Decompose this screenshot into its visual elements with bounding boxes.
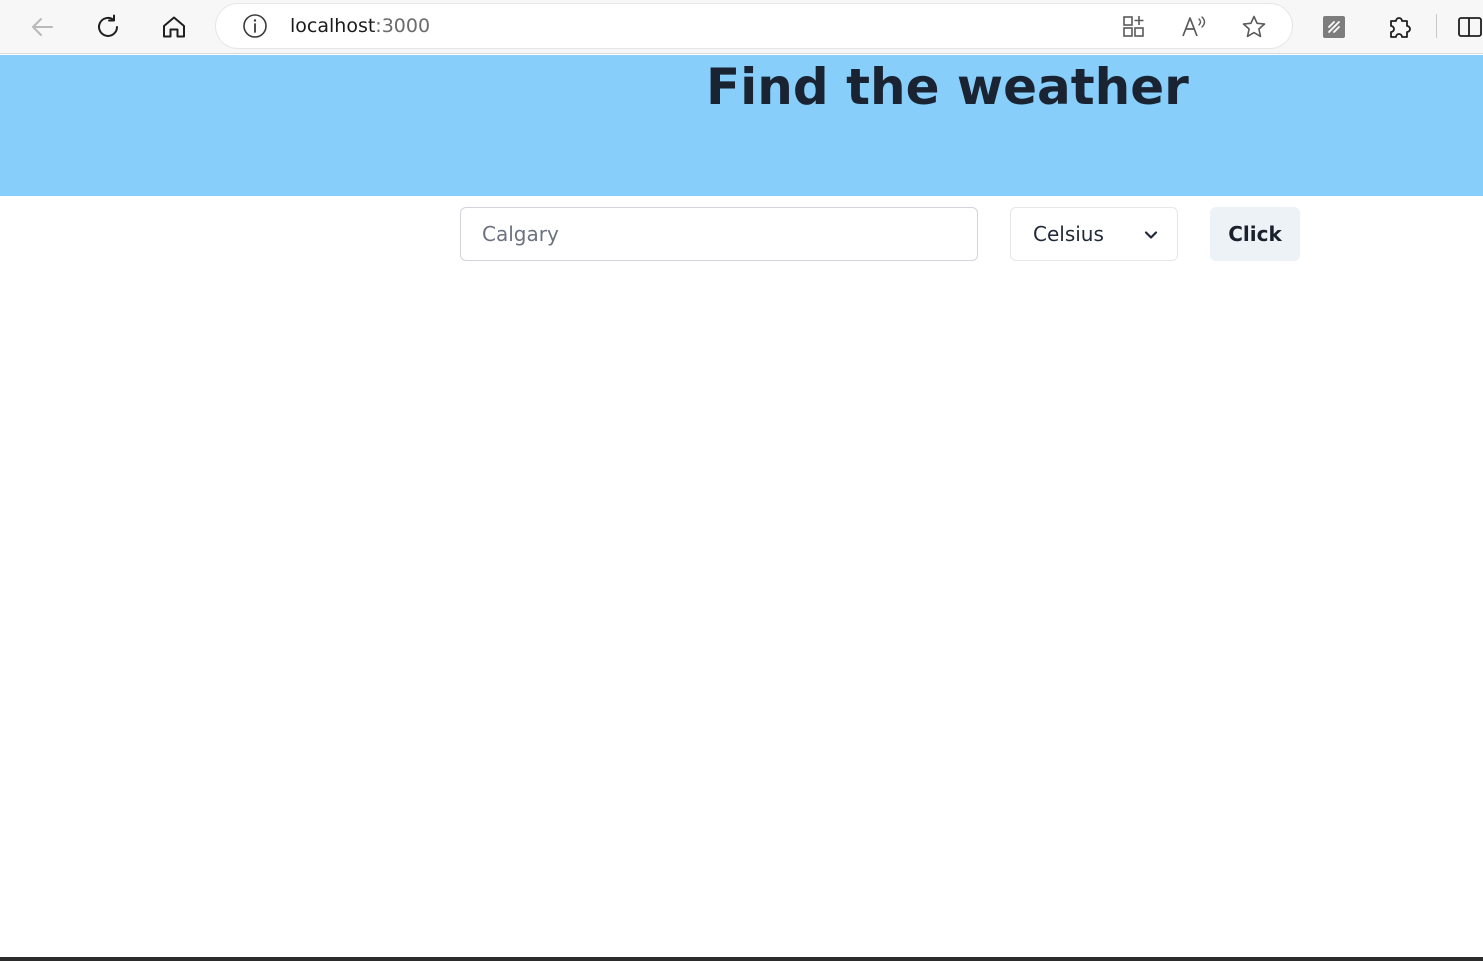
app-available-icon[interactable] [1116, 9, 1152, 45]
unit-select[interactable]: Celsius [1010, 207, 1178, 261]
home-icon[interactable] [156, 9, 192, 45]
url-text[interactable]: localhost:3000 [290, 15, 430, 37]
url-host: localhost [290, 15, 376, 37]
favorite-star-icon[interactable] [1236, 9, 1272, 45]
back-arrow-icon[interactable] [24, 9, 60, 45]
submit-button[interactable]: Click [1210, 207, 1300, 261]
read-aloud-icon[interactable] [1176, 9, 1212, 45]
chevron-down-icon [1143, 227, 1159, 247]
window-bottom-border [0, 957, 1483, 961]
split-screen-icon[interactable] [1455, 9, 1483, 45]
refresh-icon[interactable] [90, 9, 126, 45]
city-search-input[interactable] [460, 207, 978, 261]
toolbar-separator [1436, 14, 1437, 38]
url-port: :3000 [375, 15, 431, 37]
puzzle-icon[interactable] [1382, 9, 1418, 45]
unit-select-value: Celsius [1033, 222, 1104, 246]
browser-toolbar: localhost:3000 [0, 0, 1483, 54]
extension-app-icon[interactable] [1316, 9, 1352, 45]
info-icon[interactable] [237, 8, 273, 44]
page-title: Find the weather [706, 58, 1189, 116]
